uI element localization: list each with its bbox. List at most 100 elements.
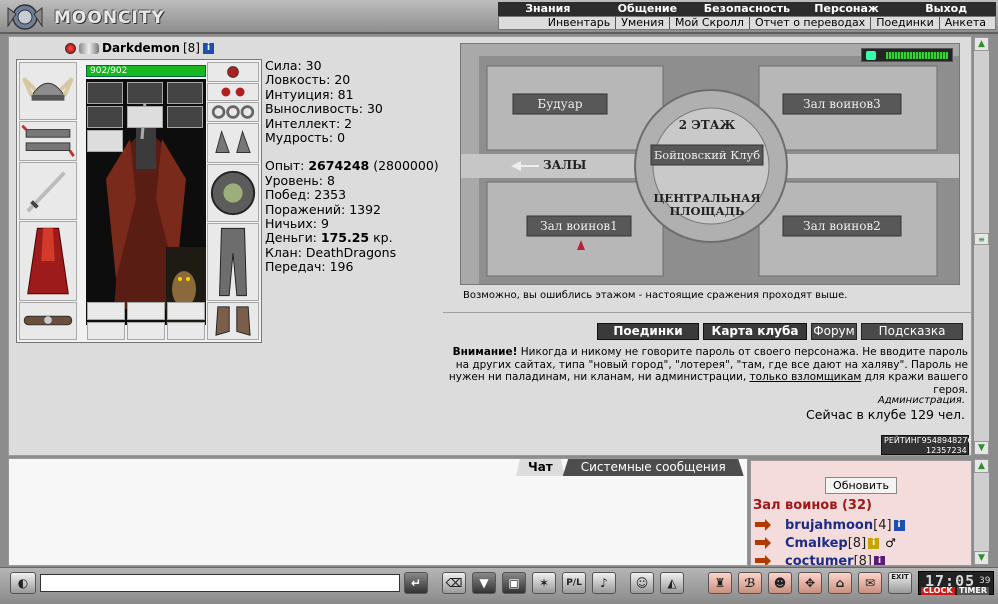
empty-slot-4-icon[interactable]: [87, 322, 125, 340]
helmet-icon[interactable]: ◭: [660, 572, 684, 594]
rating-value-2: 12357234: [926, 446, 967, 455]
user-info-icon[interactable]: i: [874, 555, 886, 565]
rings-slot-icon[interactable]: [207, 102, 259, 122]
menu-communication[interactable]: Общение: [598, 2, 698, 16]
room-halls[interactable]: ЗАЛЫ: [543, 158, 586, 172]
online-scrollbar[interactable]: ▲ ▼: [973, 458, 990, 566]
chat-mode-icon[interactable]: ◐: [10, 572, 36, 594]
shop-icon[interactable]: ⌂: [828, 572, 852, 594]
room-hall2[interactable]: Зал воинов2: [783, 219, 901, 233]
submenu-skills[interactable]: Умения: [615, 17, 669, 29]
scroll-up-icon[interactable]: ▲: [974, 37, 989, 51]
room-hall1[interactable]: Зал воинов1: [527, 219, 631, 233]
info-icon[interactable]: i: [202, 42, 214, 54]
duels-button[interactable]: Поединки: [597, 323, 699, 340]
user-row[interactable]: Cmalkep [8] i ♂: [755, 535, 896, 551]
empty-slot-3-icon[interactable]: [167, 302, 205, 320]
skills-icon[interactable]: ℬ: [738, 572, 762, 594]
map-icon[interactable]: ✥: [798, 572, 822, 594]
cloak-slot-icon[interactable]: [19, 221, 77, 301]
scroll-down-icon[interactable]: ▼: [974, 551, 989, 565]
menu-exit[interactable]: Выход: [896, 2, 996, 16]
character-avatar[interactable]: [86, 79, 206, 325]
warning-link[interactable]: только взломщикам: [750, 371, 862, 383]
private-message-icon[interactable]: [755, 519, 771, 531]
submenu-duels[interactable]: Поединки: [870, 17, 939, 29]
scroll-slot-2-icon[interactable]: [127, 106, 163, 128]
amulet-slot-icon[interactable]: [207, 62, 259, 82]
chat-input[interactable]: [40, 574, 400, 592]
timer-label[interactable]: TIMER: [957, 587, 990, 595]
menu-knowledge[interactable]: Знания: [498, 2, 598, 16]
user-nick[interactable]: Cmalkep: [785, 536, 848, 551]
character-icon[interactable]: ☻: [768, 572, 792, 594]
user-info-icon[interactable]: i: [868, 537, 880, 549]
ring-slot-1-icon[interactable]: [87, 82, 123, 104]
ring-slot-2-icon[interactable]: [127, 82, 163, 104]
fighter-icon[interactable]: ✶: [532, 572, 556, 594]
empty-slot-1-icon[interactable]: [87, 302, 125, 320]
eraser-icon[interactable]: ⌫: [442, 572, 466, 594]
submenu-my-scroll[interactable]: Мой Скролл: [668, 17, 749, 29]
shield-slot-icon[interactable]: [207, 164, 259, 222]
pl-icon[interactable]: P/L: [562, 572, 586, 594]
club-map-button[interactable]: Карта клуба: [703, 323, 807, 340]
user-nick[interactable]: coctumer: [785, 554, 854, 566]
refresh-button[interactable]: Обновить: [825, 477, 897, 494]
filter-icon[interactable]: ▼: [472, 572, 496, 594]
tab-system-messages[interactable]: Системные сообщения: [562, 459, 744, 476]
scroll-slot-4-icon[interactable]: [87, 130, 123, 152]
weapon-slot-icon[interactable]: [19, 162, 77, 220]
character-name[interactable]: Darkdemon: [102, 41, 180, 55]
room-boudoir[interactable]: Будуар: [513, 97, 607, 111]
private-message-icon[interactable]: [755, 537, 771, 549]
stat-experience: Опыт: 2674248 (2800000): [265, 159, 445, 173]
experience-value: 2674248: [308, 158, 370, 174]
sound-icon[interactable]: ♪: [592, 572, 616, 594]
earring-slot-icon[interactable]: [207, 83, 259, 101]
empty-slot-2-icon[interactable]: [127, 302, 165, 320]
exit-icon[interactable]: EXIT: [888, 572, 912, 594]
main-scrollbar[interactable]: ▲ ≡ ▼: [973, 36, 990, 456]
scroll-slot-1-icon[interactable]: [87, 106, 123, 128]
user-info-icon[interactable]: i: [893, 519, 905, 531]
helmet-slot-icon[interactable]: [19, 62, 77, 120]
user-nick[interactable]: brujahmoon: [785, 518, 873, 533]
send-icon[interactable]: ↵: [404, 572, 428, 594]
submenu-profile[interactable]: Анкета: [938, 17, 991, 29]
scroll-thumb[interactable]: ≡: [974, 233, 989, 245]
user-row[interactable]: brujahmoon [4] i: [755, 517, 905, 533]
gloves-slot-icon[interactable]: [207, 123, 259, 163]
hint-button[interactable]: Подсказка: [861, 323, 963, 340]
chat-icon[interactable]: ✉: [858, 572, 882, 594]
private-message-icon[interactable]: [755, 555, 771, 565]
submenu-transfer-report[interactable]: Отчет о переводах: [748, 17, 870, 29]
menu-character[interactable]: Персонаж: [797, 2, 897, 16]
rating-counter[interactable]: РЕЙТИНГ9548948276 12357234: [881, 435, 971, 455]
forum-button[interactable]: Форум: [811, 323, 857, 340]
room-central-square[interactable]: ЦЕНТРАЛЬНАЯ ПЛОЩАДЬ: [651, 192, 763, 218]
clock-label[interactable]: CLOCK: [921, 587, 955, 595]
submenu-inventory[interactable]: Инвентарь: [543, 17, 615, 29]
bag-icon[interactable]: ♜: [708, 572, 732, 594]
tab-chat[interactable]: Чат: [516, 459, 565, 476]
room-hall3[interactable]: Зал воинов3: [783, 97, 901, 111]
refresh-icon[interactable]: [866, 51, 876, 60]
smile-icon[interactable]: ☺: [630, 572, 654, 594]
room-fight-club[interactable]: Бойцовский Клуб: [651, 148, 763, 162]
scroll-down-icon[interactable]: ▼: [974, 441, 989, 455]
scroll-up-icon[interactable]: ▲: [974, 459, 989, 473]
bracers-slot-icon[interactable]: [19, 121, 77, 161]
ring-slot-3-icon[interactable]: [167, 82, 203, 104]
user-row[interactable]: coctumer [8] i: [755, 553, 886, 566]
chat-area[interactable]: Чат Системные сообщения: [8, 458, 748, 566]
room-floor2[interactable]: 2 ЭТАЖ: [651, 118, 763, 132]
legs-slot-icon[interactable]: [207, 223, 259, 301]
belt-slot-icon[interactable]: [19, 302, 77, 340]
menu-security[interactable]: Безопасность: [697, 2, 797, 16]
scroll-slot-3-icon[interactable]: [167, 106, 203, 128]
save-icon[interactable]: ▣: [502, 572, 526, 594]
empty-slot-5-icon[interactable]: [127, 322, 165, 340]
empty-slot-6-icon[interactable]: [167, 322, 205, 340]
boots-slot-icon[interactable]: [207, 302, 259, 340]
